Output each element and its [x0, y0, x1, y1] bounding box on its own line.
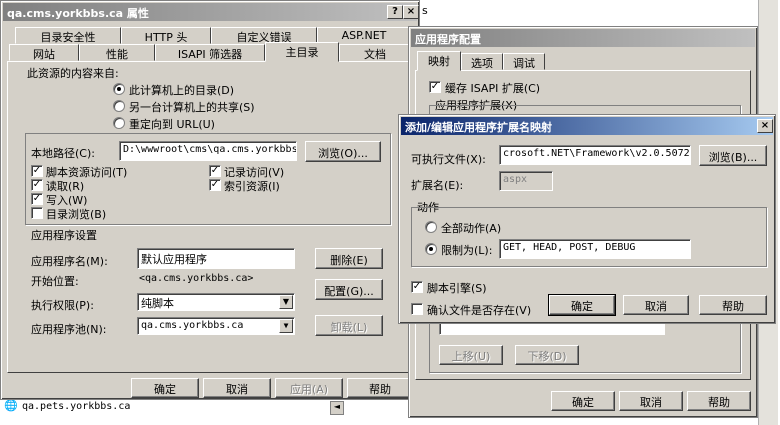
local-path-label: 本地路径(C):	[31, 147, 95, 160]
content-source-label: 此资源的内容来自:	[27, 67, 119, 80]
tab-mappings[interactable]: 映射	[417, 51, 461, 71]
app-config-title: 应用程序配置	[415, 33, 481, 46]
execute-permissions-value: 纯脚本	[141, 297, 174, 310]
browse-button[interactable]: 浏览(O)...	[305, 141, 381, 162]
scroll-left-button[interactable]: ◄	[330, 401, 344, 415]
mapping-ok-button[interactable]: 确定	[548, 294, 616, 316]
tab-directory-security[interactable]: 目录安全性	[15, 27, 121, 44]
tab-http-headers[interactable]: HTTP 头	[121, 27, 211, 44]
chevron-down-icon[interactable]: ▼	[279, 319, 293, 333]
move-up-button[interactable]: 上移(U)	[439, 345, 503, 365]
app-pool-label: 应用程序池(N):	[31, 323, 107, 336]
check-log-visits[interactable]: ✓	[209, 165, 221, 177]
radio-local-directory-label: 此计算机上的目录(D)	[129, 84, 235, 97]
mapping-title: 添加/编辑应用程序扩展名映射	[405, 121, 553, 134]
help-button[interactable]: 帮助	[347, 378, 413, 398]
start-point-label: 开始位置:	[31, 275, 79, 288]
radio-all-verbs-label: 全部动作(A)	[441, 222, 502, 235]
tab-documents[interactable]: 文档	[339, 44, 411, 61]
app-name-label: 应用程序名(M):	[31, 255, 108, 268]
check-script-source[interactable]: ✓	[31, 165, 43, 177]
app-config-cancel-button[interactable]: 取消	[619, 391, 683, 411]
execute-permissions-select[interactable]: 纯脚本 ▼	[137, 293, 295, 311]
cancel-button[interactable]: 取消	[203, 378, 271, 398]
properties-title-bar: qa.cms.yorkbbs.ca 属性	[3, 3, 417, 21]
browse-executable-button[interactable]: 浏览(B)...	[699, 145, 767, 166]
check-verify-file[interactable]	[411, 303, 423, 315]
close-icon[interactable]: ×	[403, 5, 419, 19]
check-directory-browse[interactable]	[31, 207, 43, 219]
check-index-resource-label: 索引资源(I)	[224, 180, 280, 193]
background-text: s	[422, 4, 428, 17]
local-path-field[interactable]: D:\wwwroot\cms\qa.cms.yorkbbs.ca	[119, 141, 297, 161]
executable-field[interactable]: crosoft.NET\Framework\v2.0.50727\as	[499, 145, 691, 165]
mapping-cancel-button[interactable]: 取消	[623, 295, 689, 315]
radio-all-verbs[interactable]	[425, 221, 437, 233]
unload-button[interactable]: 卸载(L)	[315, 315, 383, 336]
radio-redirect-url-label: 重定向到 URL(U)	[129, 118, 215, 131]
tab-isapi-filters[interactable]: ISAPI 筛选器	[155, 44, 265, 61]
check-verify-file-label: 确认文件是否存在(V)	[427, 304, 532, 317]
check-script-engine[interactable]: ✓	[411, 281, 423, 293]
ok-button[interactable]: 确定	[131, 378, 199, 398]
app-pool-value: qa.cms.yorkbbs.ca	[141, 320, 244, 331]
properties-title: qa.cms.yorkbbs.ca 属性	[7, 7, 149, 20]
executable-label: 可执行文件(X):	[411, 153, 486, 166]
close-icon[interactable]: ×	[757, 119, 773, 133]
extension-field[interactable]: aspx	[499, 171, 553, 191]
check-cache-isapi-label: 缓存 ISAPI 扩展(C)	[445, 82, 541, 95]
app-name-field[interactable]: 默认应用程序	[137, 248, 295, 269]
check-write[interactable]: ✓	[31, 193, 43, 205]
app-config-ok-button[interactable]: 确定	[551, 391, 615, 411]
radio-local-directory[interactable]	[113, 83, 125, 95]
help-title-button[interactable]: ?	[387, 5, 403, 19]
extension-mapping-dialog: 添加/编辑应用程序扩展名映射 × 可执行文件(X): crosoft.NET\F…	[398, 114, 776, 324]
tab-debugging[interactable]: 调试	[503, 53, 545, 70]
tab-performance[interactable]: 性能	[79, 44, 155, 61]
remove-button[interactable]: 删除(E)	[315, 248, 383, 269]
radio-network-share[interactable]	[113, 100, 125, 112]
tab-options[interactable]: 选项	[461, 53, 503, 70]
app-config-help-button[interactable]: 帮助	[687, 391, 751, 411]
configure-button[interactable]: 配置(G)...	[315, 279, 383, 300]
chevron-down-icon[interactable]: ▼	[279, 295, 293, 309]
start-point-value: <qa.cms.yorkbbs.ca>	[139, 273, 254, 284]
check-read[interactable]: ✓	[31, 179, 43, 191]
radio-limit-to[interactable]	[425, 243, 437, 255]
radio-redirect-url[interactable]	[113, 117, 125, 129]
app-pool-select[interactable]: qa.cms.yorkbbs.ca ▼	[137, 317, 295, 335]
move-down-button[interactable]: 下移(D)	[515, 345, 579, 365]
apply-button[interactable]: 应用(A)	[275, 378, 343, 398]
tab-website[interactable]: 网站	[9, 44, 79, 61]
extension-label: 扩展名(E):	[411, 179, 464, 192]
execute-permissions-label: 执行权限(P):	[31, 299, 94, 312]
verbs-field[interactable]: GET, HEAD, POST, DEBUG	[499, 239, 691, 259]
properties-dialog: qa.cms.yorkbbs.ca 属性 ? × 目录安全性 HTTP 头 自定…	[0, 0, 420, 400]
site-globe-icon: 🌐	[4, 399, 18, 412]
check-directory-browse-label: 目录浏览(B)	[46, 208, 107, 221]
check-script-engine-label: 脚本引擎(S)	[427, 282, 487, 295]
mapping-title-bar: 添加/编辑应用程序扩展名映射	[401, 117, 773, 135]
app-settings-heading: 应用程序设置	[31, 229, 97, 242]
radio-network-share-label: 另一台计算机上的共享(S)	[129, 101, 255, 114]
check-cache-isapi[interactable]: ✓	[429, 81, 441, 93]
app-config-title-bar: 应用程序配置	[411, 29, 755, 47]
background-site-text: qa.pets.yorkbbs.ca	[22, 401, 131, 412]
check-index-resource[interactable]: ✓	[209, 179, 221, 191]
radio-limit-to-label: 限制为(L):	[441, 244, 493, 257]
mapping-help-button[interactable]: 帮助	[699, 295, 767, 315]
tab-home-directory[interactable]: 主目录	[265, 42, 339, 62]
